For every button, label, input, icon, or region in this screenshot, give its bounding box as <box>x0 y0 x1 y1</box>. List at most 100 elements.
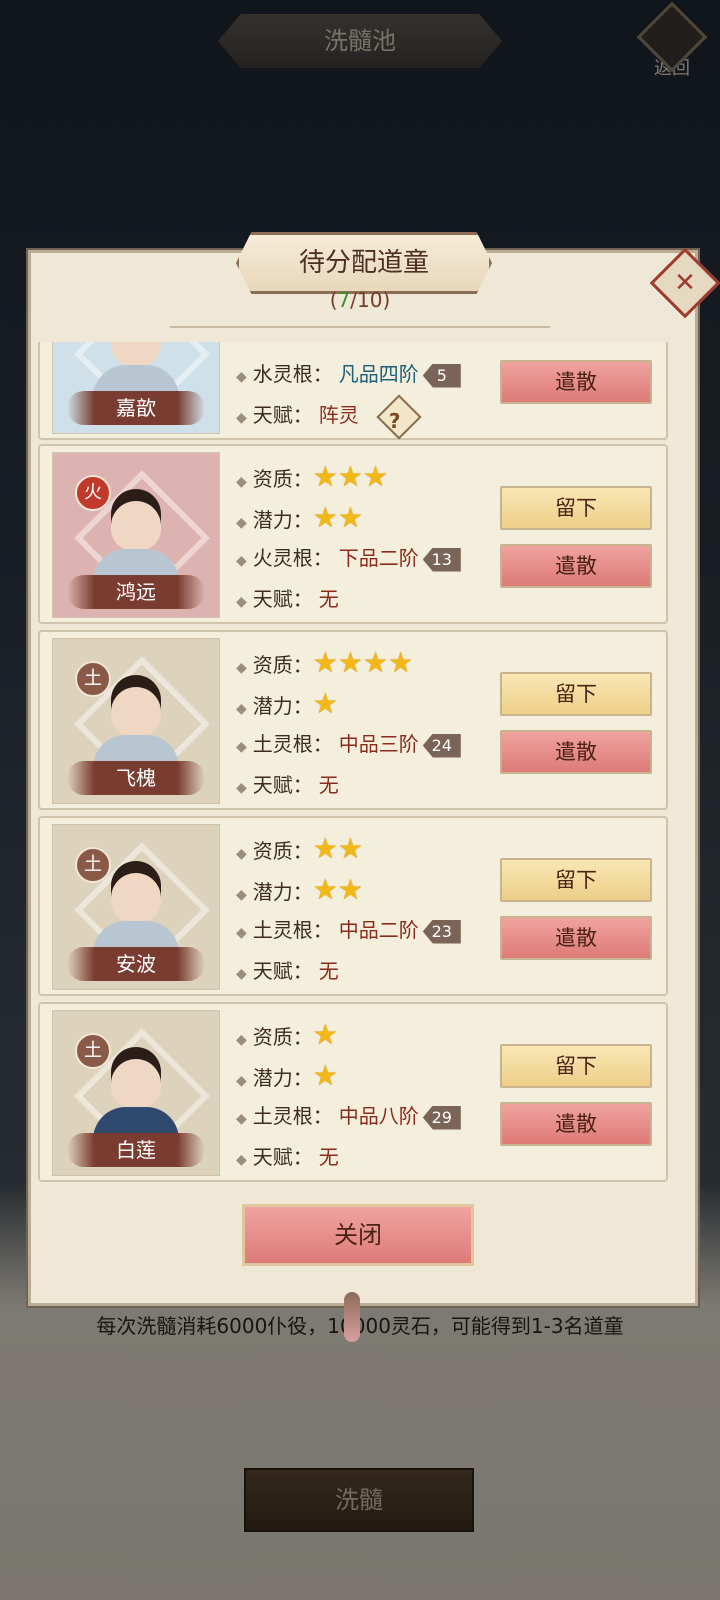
face-icon <box>111 675 161 737</box>
root-value: 中品三阶 <box>338 732 419 756</box>
star-icons: ★ <box>312 1059 338 1092</box>
face-icon <box>111 1047 161 1109</box>
root-label: 土灵根： <box>252 732 333 756</box>
disciple-list[interactable]: 嘉歆 ◆ 水灵根： 凡品四阶 5 ◆ 天赋： 阵灵? 遣散 火 鸿远 ◆ 资质：★★★ ◆ 潜… <box>38 342 668 1192</box>
disciple-name: 白莲 <box>67 1133 205 1167</box>
potential-row: ◆ 潜力：★ <box>236 1059 338 1092</box>
star-icons: ★ <box>312 687 338 720</box>
potential-row: ◆ 潜力：★★ <box>236 501 363 534</box>
spirit-root-row: ◆ 土灵根： 中品八阶 29 <box>236 1096 506 1137</box>
spirit-root-row: ◆ 火灵根： 下品二阶 13 <box>236 538 506 579</box>
root-level-badge: 24 <box>422 733 461 758</box>
keep-button[interactable]: 留下 <box>500 486 652 530</box>
spirit-root-row: ◆ 土灵根： 中品二阶 23 <box>236 910 506 951</box>
dismiss-button[interactable]: 遣散 <box>500 730 652 774</box>
keep-button[interactable]: 留下 <box>500 1044 652 1088</box>
disciple-card: 土 白莲 ◆ 资质：★ ◆ 潜力：★ ◆ 土灵根： 中品八阶 29 ◆ 天赋：无 留下 遣散 <box>38 1002 668 1182</box>
root-label: 土灵根： <box>252 1104 333 1128</box>
root-value: 中品八阶 <box>338 1104 419 1128</box>
aptitude-label: 资质： <box>252 1025 313 1049</box>
talent-label: 天赋： <box>252 403 313 427</box>
talent-value: 无 <box>318 773 339 797</box>
dismiss-button[interactable]: 遣散 <box>500 916 652 960</box>
modal-title: 待分配道童 <box>236 232 492 294</box>
talent-row: ◆ 天赋：无 <box>236 773 339 797</box>
root-label: 土灵根： <box>252 918 333 942</box>
aptitude-row: ◆ 资质：★★★★ <box>236 646 414 679</box>
talent-value: 无 <box>318 1145 339 1169</box>
potential-label: 潜力： <box>252 508 313 532</box>
root-level-badge: 13 <box>422 547 461 572</box>
face-icon <box>111 489 161 551</box>
portrait: 土 白莲 <box>52 1010 220 1176</box>
dismiss-button[interactable]: 遣散 <box>500 360 652 404</box>
star-icons: ★ <box>312 1018 338 1051</box>
star-icons: ★★ <box>312 501 363 534</box>
talent-value: 无 <box>318 959 339 983</box>
aptitude-label: 资质： <box>252 653 313 677</box>
portrait: 土 安波 <box>52 824 220 990</box>
potential-row: ◆ 潜力：★★ <box>236 873 363 906</box>
aptitude-row: ◆ 资质：★★ <box>236 832 363 865</box>
keep-button[interactable]: 留下 <box>500 672 652 716</box>
aptitude-label: 资质： <box>252 839 313 863</box>
potential-label: 潜力： <box>252 880 313 904</box>
root-label: 水灵根： <box>252 362 333 386</box>
talent-label: 天赋： <box>252 587 313 611</box>
portrait: 火 鸿远 <box>52 452 220 618</box>
star-icons: ★★★★ <box>312 646 414 679</box>
portrait: 嘉歆 <box>52 342 220 434</box>
root-value: 中品二阶 <box>338 918 419 942</box>
aptitude-label: 资质： <box>252 467 313 491</box>
talent-row: ◆ 天赋： 阵灵? <box>236 393 506 440</box>
spirit-root-row: ◆ 土灵根： 中品三阶 24 <box>236 724 506 765</box>
keep-button[interactable]: 留下 <box>500 858 652 902</box>
portrait: 土 飞槐 <box>52 638 220 804</box>
counter-sep: / <box>350 288 358 312</box>
close-button[interactable]: 关闭 <box>242 1204 474 1266</box>
disciple-card: 火 鸿远 ◆ 资质：★★★ ◆ 潜力：★★ ◆ 火灵根： 下品二阶 13 ◆ 天赋：无 留下… <box>38 444 668 624</box>
talent-value: 阵灵 <box>318 403 359 427</box>
talent-row: ◆ 天赋：无 <box>236 959 339 983</box>
root-value: 凡品四阶 <box>338 362 419 386</box>
aptitude-row: ◆ 资质：★ <box>236 1018 338 1051</box>
tassel-ornament <box>344 1292 360 1342</box>
root-value: 下品二阶 <box>338 546 419 570</box>
fire-element-icon: 火 <box>75 475 111 511</box>
star-icons: ★★ <box>312 832 363 865</box>
talent-row: ◆ 天赋：无 <box>236 587 339 611</box>
counter-open: ( <box>329 288 338 312</box>
disciple-card: 土 飞槐 ◆ 资质：★★★★ ◆ 潜力：★ ◆ 土灵根： 中品三阶 24 ◆ 天赋：无 留下… <box>38 630 668 810</box>
face-icon <box>111 861 161 923</box>
dismiss-button[interactable]: 遣散 <box>500 544 652 588</box>
divider <box>170 326 550 328</box>
disciple-name: 鸿远 <box>67 575 205 609</box>
root-level-badge: 5 <box>422 363 461 388</box>
root-level-badge: 29 <box>422 1105 461 1130</box>
disciple-counter: (7/10) <box>28 288 692 312</box>
disciple-name: 安波 <box>67 947 205 981</box>
talent-row: ◆ 天赋：无 <box>236 1145 339 1169</box>
earth-element-icon: 土 <box>75 847 111 883</box>
star-icons: ★★★ <box>312 460 389 493</box>
talent-label: 天赋： <box>252 773 313 797</box>
spirit-root-row: ◆ 水灵根： 凡品四阶 5 <box>236 354 506 395</box>
potential-label: 潜力： <box>252 694 313 718</box>
talent-label: 天赋： <box>252 1145 313 1169</box>
counter-close: ) <box>382 288 391 312</box>
earth-element-icon: 土 <box>75 1033 111 1069</box>
star-icons: ★★ <box>312 873 363 906</box>
counter-max: 10 <box>357 288 383 312</box>
help-icon[interactable]: ? <box>376 393 422 440</box>
potential-row: ◆ 潜力：★ <box>236 687 338 720</box>
aptitude-row: ◆ 资质：★★★ <box>236 460 389 493</box>
talent-value: 无 <box>318 587 339 611</box>
root-level-badge: 23 <box>422 919 461 944</box>
potential-label: 潜力： <box>252 1066 313 1090</box>
disciple-name: 嘉歆 <box>67 391 205 425</box>
counter-current: 7 <box>337 288 351 312</box>
talent-label: 天赋： <box>252 959 313 983</box>
disciple-name: 飞槐 <box>67 761 205 795</box>
dismiss-button[interactable]: 遣散 <box>500 1102 652 1146</box>
disciple-card: 嘉歆 ◆ 水灵根： 凡品四阶 5 ◆ 天赋： 阵灵? 遣散 <box>38 342 668 440</box>
